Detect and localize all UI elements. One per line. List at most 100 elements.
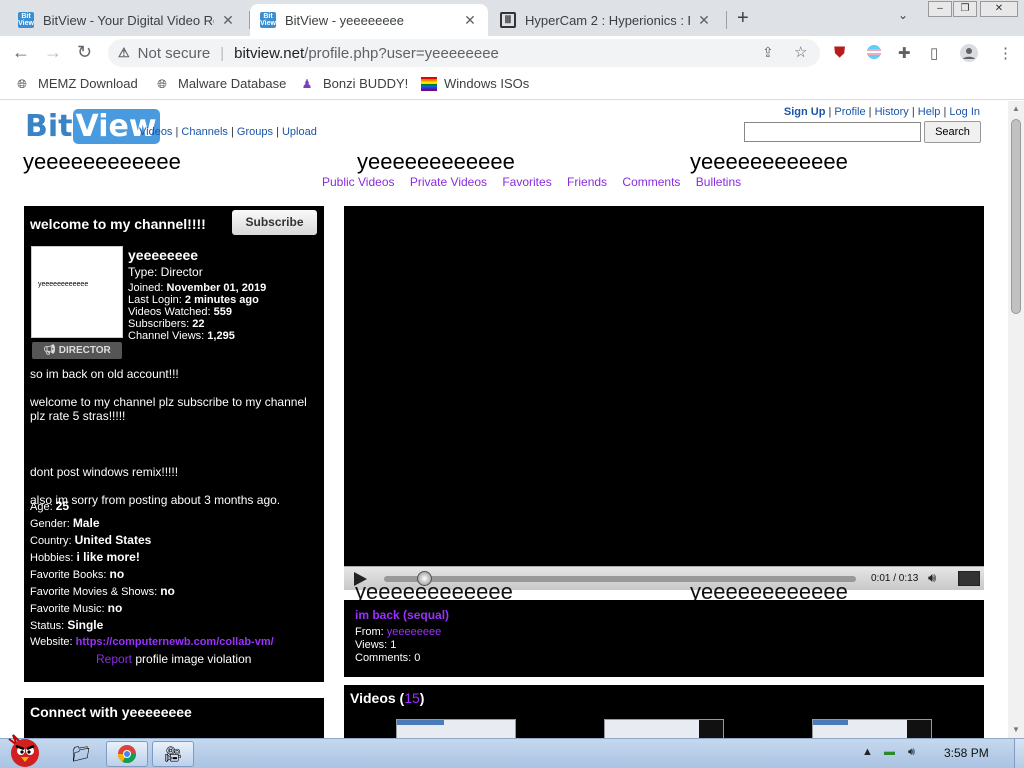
sign-up-link[interactable]: Sign Up (784, 106, 826, 118)
bulletins-link[interactable]: Bulletins (696, 175, 741, 189)
bitview-favicon: Bit View (18, 12, 34, 28)
start-button-angry-bird-icon[interactable] (3, 731, 47, 767)
bitview-favicon: Bit View (260, 12, 276, 28)
log-in-link[interactable]: Log In (949, 106, 980, 118)
page-scrollbar[interactable]: ▲ ▼ (1008, 101, 1024, 738)
back-arrow-icon[interactable]: ← (12, 42, 30, 63)
new-tab-plus-icon[interactable]: + (737, 7, 749, 30)
close-icon[interactable]: ✕ (696, 12, 712, 29)
globe-icon: 🌐︎ (17, 76, 27, 91)
network-icon[interactable]: ▬ (884, 746, 895, 758)
search-button[interactable]: Search (924, 121, 981, 143)
subscribe-button[interactable]: Subscribe (232, 210, 317, 235)
star-icon[interactable]: ☆ (794, 43, 807, 61)
fullscreen-icon[interactable] (958, 571, 980, 586)
extensions-puzzle-icon[interactable]: ✚ (898, 44, 911, 62)
close-icon[interactable]: ✕ (462, 12, 478, 29)
share-icon[interactable]: ⇪ (762, 44, 774, 61)
security-label[interactable]: Not secure (138, 45, 211, 62)
trans-flag-extension-icon[interactable] (866, 44, 882, 64)
fact-age: Age: 25 (30, 499, 70, 513)
address-bar[interactable]: ⚠ Not secure | bitview.net /profile.php?… (108, 39, 820, 67)
taskbar-explorer-folder-icon[interactable]: 📁︎ (60, 741, 102, 767)
ublock-icon[interactable]: ⛊ (834, 44, 845, 61)
video-thumbnail[interactable] (604, 719, 724, 738)
reload-icon[interactable]: ↻ (77, 42, 92, 63)
user-links: Sign Up | Profile | History | Help | Log… (783, 106, 980, 118)
videos-panel: Videos (15) (344, 685, 984, 738)
public-videos-link[interactable]: Public Videos (322, 175, 395, 189)
nav-videos[interactable]: Videos (139, 126, 172, 138)
channel-banner-text: yeeeeeeeeeeee (690, 149, 848, 174)
menu-kebab-icon[interactable]: ⋮ (998, 44, 1013, 62)
profile-nav: Public Videos Private Videos Favorites F… (322, 175, 753, 189)
bookmark-memz[interactable]: 🌐︎ MEMZ Download (15, 76, 138, 91)
url-host: bitview.net (234, 44, 305, 62)
video-info-panel: im back (sequal) From: yeeeeeeee Views: … (344, 600, 984, 677)
connect-header: Connect with yeeeeeeee (30, 704, 192, 720)
restore-button[interactable]: ❐ (953, 1, 977, 17)
stat-last-login: Last Login: 2 minutes ago (128, 294, 259, 306)
video-thumbnail[interactable] (812, 719, 932, 738)
bookmarks-bar: 🌐︎ MEMZ Download 🌐︎ Malware Database ♟ Bonz… (0, 70, 1024, 100)
director-badge: 📢︎ DIRECTOR (32, 342, 122, 359)
forward-arrow-icon[interactable]: → (44, 42, 62, 63)
museum-icon: Ⅲ (500, 12, 516, 28)
fact-website: Website: https://computernewb.com/collab… (30, 636, 274, 648)
clock[interactable]: 3:58 PM (944, 746, 989, 760)
browser-toolbar: ← → ↻ ⚠ Not secure | bitview.net /profil… (0, 36, 1024, 70)
friends-link[interactable]: Friends (567, 175, 607, 189)
bitview-profile-page: Bit View Videos | Channels | Groups | Upl… (0, 101, 1008, 738)
report-link[interactable]: Report (96, 652, 132, 666)
show-desktop-button[interactable] (1014, 739, 1024, 768)
taskbar-chrome-icon[interactable] (106, 741, 148, 767)
close-window-button[interactable]: ✕ (980, 1, 1018, 17)
website-link[interactable]: https://computernewb.com/collab-vm/ (76, 636, 274, 648)
help-link[interactable]: Help (918, 106, 941, 118)
bookmark-bonzi-buddy[interactable]: ♟ Bonzi BUDDY! (300, 76, 409, 91)
history-link[interactable]: History (875, 106, 909, 118)
video-thumbnail[interactable] (396, 719, 516, 738)
divider: | (220, 44, 225, 62)
private-videos-link[interactable]: Private Videos (410, 175, 487, 189)
chevron-down-icon[interactable]: ⌄ (898, 8, 908, 22)
tab-hypercam[interactable]: Ⅲ HyperCam 2 : Hyperionics : Fre ✕ (490, 4, 722, 36)
taskbar-hypercam-icon[interactable]: 🎥︎ (152, 741, 194, 767)
uploader-link[interactable]: yeeeeeeee (387, 626, 441, 638)
minimize-button[interactable]: – (928, 1, 952, 17)
profile-link[interactable]: Profile (834, 106, 865, 118)
scroll-down-arrow-icon[interactable]: ▼ (1012, 725, 1020, 734)
scrollbar-thumb[interactable] (1011, 119, 1021, 314)
nav-groups[interactable]: Groups (237, 126, 273, 138)
url-path: /profile.php?user=yeeeeeeee (304, 44, 499, 62)
username: yeeeeeeee (128, 247, 199, 263)
side-panel-icon[interactable]: ▯ (930, 44, 938, 62)
favorites-link[interactable]: Favorites (502, 175, 551, 189)
connect-panel: Connect with yeeeeeeee (24, 698, 324, 738)
avatar[interactable]: yeeeeeeeeeeee (31, 246, 123, 338)
profile-avatar-icon[interactable] (960, 44, 978, 66)
nav-upload[interactable]: Upload (282, 126, 317, 138)
fact-gender: Gender: Male (30, 516, 100, 530)
channel-type: Type: Director (128, 265, 203, 279)
video-title[interactable]: im back (sequal) (355, 608, 449, 622)
show-hidden-icons-icon[interactable]: ▲ (862, 746, 873, 758)
volume-tray-icon[interactable]: 🔊︎ (908, 746, 915, 759)
channel-banner-text: yeeeeeeeeeeee (23, 149, 181, 174)
profile-stats: yeeeeeeee Type: Director Joined: Novembe… (128, 246, 266, 342)
close-icon[interactable]: ✕ (220, 12, 236, 29)
rainbow-flag-icon (421, 76, 437, 91)
search-input[interactable] (744, 122, 921, 142)
scroll-up-arrow-icon[interactable]: ▲ (1012, 104, 1020, 113)
warning-icon[interactable]: ⚠ (118, 45, 130, 61)
bookmark-malware-database[interactable]: 🌐︎ Malware Database (155, 76, 286, 91)
nav-channels[interactable]: Channels (181, 126, 227, 138)
tab-bitview-profile[interactable]: Bit View BitView - yeeeeeeee ✕ (250, 4, 488, 36)
bonzi-icon: ♟ (301, 76, 313, 91)
bookmark-windows-isos[interactable]: Windows ISOs (421, 76, 529, 91)
volume-icon[interactable]: 🔊︎ (928, 570, 936, 586)
comments-link[interactable]: Comments (622, 175, 680, 189)
video-player[interactable] (344, 206, 984, 566)
tab-bitview-home[interactable]: Bit View BitView - Your Digital Video Re … (8, 4, 246, 36)
profile-facts: Age: 25 Gender: Male Country: United Sta… (30, 498, 274, 650)
